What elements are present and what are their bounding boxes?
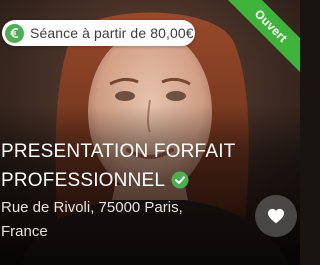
heart-icon [268,208,284,224]
address-line-1: Rue de Rivoli, 75000 Paris, [1,199,183,216]
title-line-2: PROFESSIONNEL [1,166,251,195]
address-line-2: France [1,223,48,240]
title-line-1: PRESENTATION FORFAIT [1,141,236,162]
price-badge: Séance à partir de 80,00€ [2,20,195,46]
listing-address: Rue de Rivoli, 75000 Paris, France [1,196,231,244]
title-line-2-text: PROFESSIONNEL [1,170,166,191]
listing-title[interactable]: PRESENTATION FORFAIT PROFESSIONNEL [1,137,251,195]
favorite-button[interactable] [255,195,297,237]
verified-check-icon [171,171,189,189]
price-label: Séance à partir de 80,00€ [30,25,194,41]
euro-coin-icon [5,23,24,43]
listing-card[interactable]: Séance à partir de 80,00€ Ouvert PRESENT… [0,0,300,265]
